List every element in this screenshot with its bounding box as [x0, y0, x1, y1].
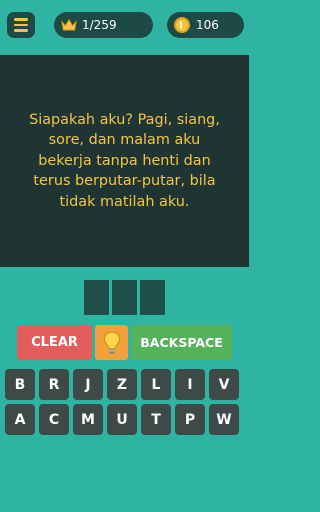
question-line: terus berputar-putar, bila [33, 173, 216, 190]
letter-key[interactable]: A [5, 404, 35, 435]
level-text: 1/259 [82, 18, 117, 32]
question-line: bekerja tanpa henti dan [38, 152, 211, 169]
answer-slots [84, 280, 165, 315]
coin-icon [174, 17, 190, 33]
level-indicator: 1/259 [54, 12, 153, 38]
answer-slot[interactable] [140, 280, 165, 315]
keyboard-row: A C M U T P W [5, 404, 245, 435]
letter-key[interactable]: W [209, 404, 239, 435]
question-line: tidak matilah aku. [59, 193, 190, 210]
letter-key[interactable]: Z [107, 369, 137, 400]
backspace-button[interactable]: BACKSPACE [131, 325, 232, 360]
letter-key[interactable]: P [175, 404, 205, 435]
letter-key[interactable]: C [39, 404, 69, 435]
lightbulb-icon [103, 330, 120, 354]
letter-key[interactable]: I [175, 369, 205, 400]
letter-key[interactable]: R [39, 369, 69, 400]
letter-keyboard: B R J Z L I V A C M U T P W [5, 369, 245, 439]
hamburger-menu-icon[interactable] [7, 12, 35, 38]
letter-key[interactable]: M [73, 404, 103, 435]
crown-icon [61, 19, 77, 31]
answer-slot[interactable] [84, 280, 109, 315]
question-line: sore, dan malam aku [48, 132, 201, 149]
question-line: Siapakah aku? Pagi, siang, [29, 111, 220, 128]
letter-key[interactable]: J [73, 369, 103, 400]
letter-key[interactable]: B [5, 369, 35, 400]
letter-key[interactable]: U [107, 404, 137, 435]
question-panel: Siapakah aku? Pagi, siang, sore, dan mal… [0, 55, 249, 267]
keyboard-row: B R J Z L I V [5, 369, 245, 400]
letter-key[interactable]: T [141, 404, 171, 435]
letter-key[interactable]: L [141, 369, 171, 400]
answer-slot[interactable] [112, 280, 137, 315]
hint-button[interactable] [95, 325, 128, 360]
coin-counter[interactable]: 106 [167, 12, 244, 38]
coins-text: 106 [196, 18, 219, 32]
clear-button[interactable]: CLEAR [17, 325, 92, 360]
action-row: CLEAR BACKSPACE [17, 325, 232, 360]
top-bar: 1/259 106 [0, 0, 249, 50]
letter-key[interactable]: V [209, 369, 239, 400]
question-text: Siapakah aku? Pagi, siang, sore, dan mal… [29, 110, 220, 213]
